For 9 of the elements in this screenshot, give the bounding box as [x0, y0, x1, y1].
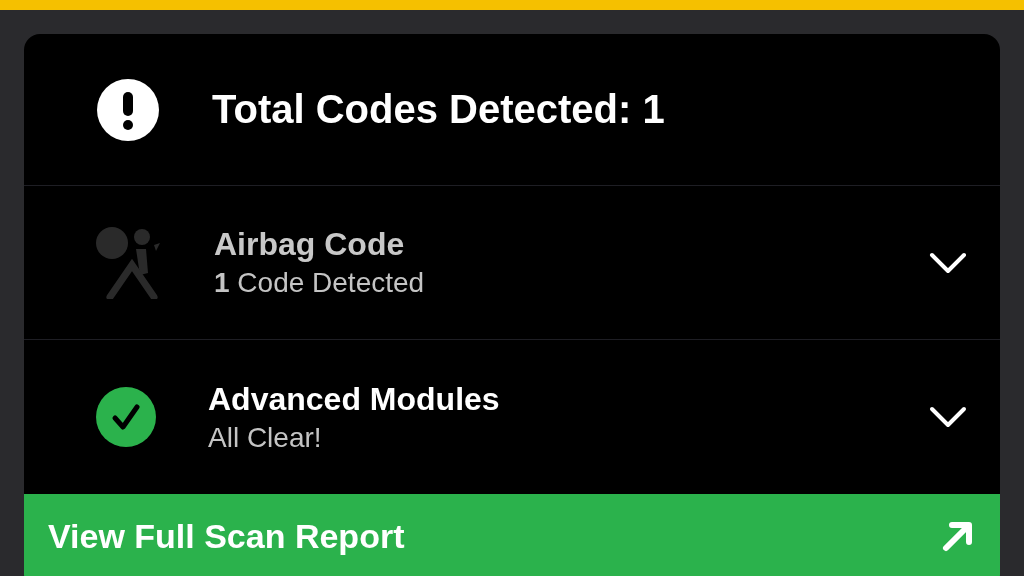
- module-status: All Clear!: [208, 421, 323, 454]
- module-title: Airbag Code: [214, 226, 406, 263]
- summary-title: Total Codes Detected: 1: [212, 87, 665, 132]
- module-status: 1 Code Detected: [214, 267, 426, 299]
- airbag-icon: [96, 226, 162, 299]
- exclamation-icon: [96, 77, 160, 142]
- report-button[interactable]: View Full Scan Report: [24, 494, 1000, 576]
- module-title: Advanced Modules: [208, 380, 501, 418]
- check-circle-icon: [96, 387, 156, 447]
